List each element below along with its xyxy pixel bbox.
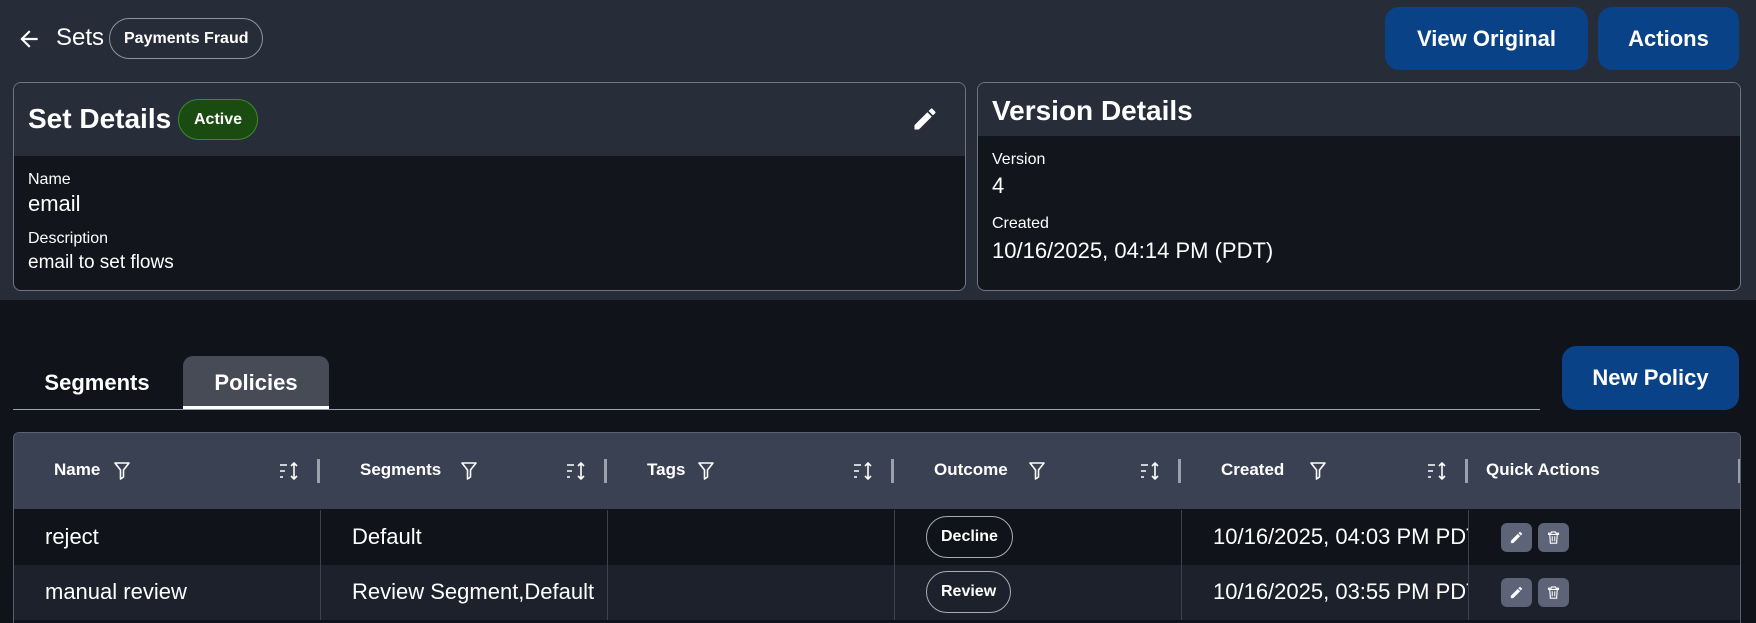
- cell-name: reject: [45, 524, 99, 549]
- row-edit-icon[interactable]: [1501, 578, 1532, 607]
- edit-pencil-icon[interactable]: [911, 105, 939, 133]
- description-value: email to set flows: [28, 252, 174, 273]
- table-header: Name Segments Tags Outcome Created Quick…: [14, 433, 1740, 509]
- column-label: Tags: [647, 460, 686, 479]
- policies-table: Name Segments Tags Outcome Created Quick…: [13, 432, 1741, 623]
- row-delete-icon[interactable]: [1538, 578, 1569, 607]
- row-edit-icon[interactable]: [1501, 523, 1532, 552]
- set-details-header: Set Details Active: [14, 83, 965, 156]
- column-label: Created: [1221, 460, 1285, 479]
- column-label: Outcome: [934, 460, 1008, 479]
- cell-created: 10/16/2025, 04:03 PM PDT: [1181, 510, 1468, 565]
- filter-icon[interactable]: [1029, 462, 1045, 480]
- row-delete-icon[interactable]: [1538, 523, 1569, 552]
- column-header-outcome: Outcome: [894, 433, 1181, 509]
- column-resize-handle[interactable]: [1738, 459, 1740, 483]
- version-value: 4: [992, 173, 1005, 198]
- sort-icon[interactable]: [1427, 461, 1449, 481]
- tab-segments[interactable]: Segments: [13, 356, 181, 410]
- filter-icon[interactable]: [461, 462, 477, 480]
- column-header-name: Name: [14, 433, 320, 509]
- cell-segments: Default: [320, 510, 607, 565]
- column-label: Name: [54, 460, 101, 479]
- column-header-tags: Tags: [607, 433, 894, 509]
- table-row[interactable]: manual review Review Segment,Default Rev…: [14, 565, 1740, 620]
- version-details-title: Version Details: [992, 95, 1193, 126]
- cell-tags: [607, 565, 894, 620]
- created-label: Created: [992, 215, 1049, 232]
- cell-outcome: Decline: [894, 510, 1181, 565]
- set-details-title: Set Details: [28, 103, 172, 134]
- sort-icon[interactable]: [279, 461, 301, 481]
- tab-policies[interactable]: Policies: [183, 356, 329, 410]
- table-row[interactable]: reject Default Decline 10/16/2025, 04:03…: [14, 510, 1740, 565]
- description-label: Description: [28, 230, 109, 247]
- version-details-header: Version Details: [978, 83, 1740, 136]
- status-badge: Active: [178, 99, 259, 140]
- version-label: Version: [992, 151, 1046, 168]
- column-label: Quick Actions: [1486, 460, 1600, 479]
- tab-divider: [13, 409, 1540, 410]
- breadcrumb-sets[interactable]: Sets: [56, 24, 104, 52]
- cell-created: 10/16/2025, 03:55 PM PDT: [1181, 565, 1468, 620]
- cell-outcome: Review: [894, 565, 1181, 620]
- cell-segments: Review Segment,Default: [320, 565, 607, 620]
- outcome-chip: Decline: [926, 516, 1013, 558]
- filter-icon[interactable]: [1310, 462, 1326, 480]
- new-policy-button[interactable]: New Policy: [1562, 346, 1739, 410]
- set-details-card: Set Details Active Name email Descriptio…: [13, 82, 966, 291]
- cell-tags: [607, 510, 894, 565]
- filter-icon[interactable]: [114, 462, 130, 480]
- column-header-quick-actions: Quick Actions: [1468, 433, 1740, 509]
- set-group-chip: Payments Fraud: [109, 18, 264, 59]
- filter-icon[interactable]: [698, 462, 714, 480]
- sort-icon[interactable]: [566, 461, 588, 481]
- column-header-segments: Segments: [320, 433, 607, 509]
- column-header-created: Created: [1181, 433, 1468, 509]
- version-details-card: Version Details Version 4 Created 10/16/…: [977, 82, 1741, 291]
- back-arrow-icon[interactable]: [16, 26, 42, 52]
- name-value: email: [28, 191, 81, 216]
- cell-quick-actions: [1468, 565, 1740, 620]
- column-label: Segments: [360, 460, 442, 479]
- sort-icon[interactable]: [1140, 461, 1162, 481]
- cell-name: manual review: [45, 579, 187, 604]
- name-label: Name: [28, 171, 71, 188]
- sort-icon[interactable]: [853, 461, 875, 481]
- created-value: 10/16/2025, 04:14 PM (PDT): [992, 238, 1274, 263]
- outcome-chip: Review: [926, 571, 1012, 613]
- cell-quick-actions: [1468, 510, 1740, 565]
- actions-button[interactable]: Actions: [1598, 7, 1739, 70]
- view-original-button[interactable]: View Original: [1385, 7, 1588, 70]
